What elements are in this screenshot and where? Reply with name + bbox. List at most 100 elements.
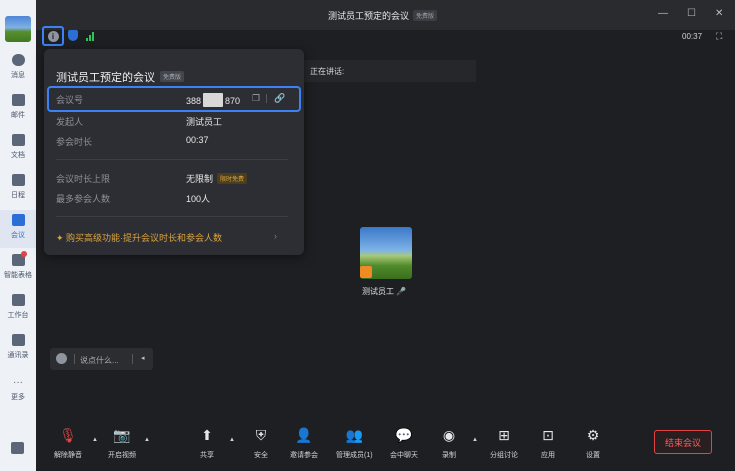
signal-strength-icon[interactable]	[86, 31, 94, 41]
share-button[interactable]: ⬆ 共享	[200, 426, 214, 460]
sidebar-item-docs[interactable]: 文档	[0, 130, 36, 168]
sidebar-item-label: 日程	[11, 192, 25, 199]
sidebar-item-mail[interactable]: 邮件	[0, 90, 36, 128]
breakout-icon: ⊞	[498, 426, 510, 443]
sidebar-item-label: 智能表格	[4, 272, 32, 279]
sidebar-item-smart-table[interactable]: 智能表格	[0, 250, 36, 288]
video-options-chevron-icon[interactable]: ▲	[144, 437, 150, 443]
max-attendees-value: 100人	[186, 194, 211, 204]
shield-icon[interactable]	[68, 30, 78, 41]
meeting-info-button[interactable]: i	[42, 26, 64, 46]
apps-label: 应用	[541, 452, 555, 459]
record-icon: ◉	[442, 426, 456, 443]
sidebar-item-meeting[interactable]: 会议	[0, 210, 36, 248]
window-title-text: 测试员工预定的会议	[328, 11, 410, 21]
close-button[interactable]: ✕	[715, 8, 723, 19]
sidebar-item-label: 文档	[11, 152, 25, 159]
divider	[56, 159, 288, 160]
sidebar-item-label: 更多	[11, 394, 25, 401]
audio-options-chevron-icon[interactable]: ▲	[92, 437, 98, 443]
separator	[74, 354, 75, 364]
bar-chart-icon[interactable]	[11, 442, 24, 454]
maximize-button[interactable]: ☐	[687, 8, 696, 19]
edition-badge: 免费版	[160, 71, 185, 82]
limit-value: 无限制 限时免费	[186, 172, 248, 185]
edition-badge: 免费版	[413, 10, 438, 21]
emoji-icon[interactable]	[56, 353, 67, 364]
meeting-info-panel: 测试员工预定的会议 免费版 会议号 388 870 ❐ 🔗 发起人 测试员工 参会时…	[44, 49, 304, 255]
chevron-right-icon: ›	[274, 231, 277, 241]
manage-members-label: 管理成员(1)	[336, 452, 373, 459]
record-button[interactable]: ◉ 录制	[442, 426, 456, 460]
end-meeting-button[interactable]: 结束会议	[654, 430, 712, 454]
meeting-timer: 00:37	[682, 32, 703, 41]
sidebar-item-label: 消息	[11, 72, 25, 79]
share-options-chevron-icon[interactable]: ▲	[229, 437, 235, 443]
meeting-window: 消息 邮件 文档 日程 会议 智能表格 工作台 通讯录 ··· 更多 测试员工预…	[0, 0, 735, 471]
participant-name-text: 测试员工	[362, 287, 394, 296]
add-user-icon: 👤	[295, 426, 313, 443]
start-video-button[interactable]: 📷 开启视频	[108, 426, 136, 460]
sidebar-item-calendar[interactable]: 日程	[0, 170, 36, 208]
limited-free-badge: 限时免费	[217, 173, 248, 184]
chat-placeholder: 说点什么...	[80, 356, 119, 365]
meeting-toolbar: 🎙 解除静音 ▲ 📷 开启视频 ▲ ⬆ 共享 ▲ ⛨ 安全 👤 邀请参会 👥 管…	[36, 420, 735, 471]
manage-members-button[interactable]: 👥 管理成员(1)	[336, 426, 373, 460]
mic-icon: 🎤	[394, 287, 407, 296]
left-sidebar: 消息 邮件 文档 日程 会议 智能表格 工作台 通讯录 ··· 更多	[0, 0, 36, 471]
record-options-chevron-icon[interactable]: ▲	[472, 437, 478, 443]
mail-icon	[11, 93, 25, 107]
sidebar-item-messages[interactable]: 消息	[0, 50, 36, 88]
settings-button[interactable]: ⚙ 设置	[586, 426, 600, 460]
panel-title: 测试员工预定的会议 免费版	[56, 69, 185, 85]
host-label: 发起人	[56, 117, 84, 127]
apps-button[interactable]: ⊡ 应用	[541, 426, 555, 460]
shield-check-icon: ⛨	[255, 426, 267, 443]
meeting-id-highlight	[47, 86, 301, 112]
user-avatar[interactable]	[5, 16, 31, 42]
sidebar-item-more[interactable]: ··· 更多	[0, 372, 36, 410]
gear-icon: ⚙	[586, 426, 600, 443]
sidebar-item-label: 通讯录	[7, 352, 29, 359]
sidebar-item-workbench[interactable]: 工作台	[0, 290, 36, 328]
minimize-button[interactable]: —	[658, 8, 668, 19]
speaking-label: 正在讲话:	[310, 67, 345, 76]
mic-muted-icon: 🎙	[59, 426, 77, 443]
table-icon	[11, 251, 27, 267]
security-button[interactable]: ⛨ 安全	[254, 426, 268, 460]
limit-label: 会议时长上限	[56, 174, 111, 184]
sidebar-item-label: 邮件	[11, 112, 25, 119]
camera-off-icon: 📷	[113, 426, 131, 443]
more-dots-icon: ···	[13, 376, 23, 388]
speaking-indicator: 正在讲话:	[302, 60, 476, 82]
sidebar-item-label: 工作台	[7, 312, 29, 319]
apps-icon: ⊡	[542, 426, 554, 443]
sidebar-item-label: 会议	[11, 232, 25, 239]
chat-label: 会中聊天	[390, 452, 418, 459]
fullscreen-icon[interactable]: ⛶	[716, 31, 722, 42]
sidebar-item-contacts[interactable]: 通讯录	[0, 330, 36, 368]
breakout-label: 分组讨论	[490, 452, 518, 459]
title-bar: 测试员工预定的会议 免费版 — ☐ ✕	[36, 0, 735, 30]
max-attendees-label: 最多参会人数	[56, 194, 111, 204]
limit-value-text: 无限制	[186, 174, 214, 184]
duration-label: 参会时长	[56, 137, 93, 147]
collapse-arrow-icon[interactable]: ◂	[141, 354, 145, 362]
meeting-info-bar: i 00:37 ⛶	[36, 26, 735, 48]
divider	[56, 216, 288, 217]
invite-button[interactable]: 👤 邀请参会	[290, 426, 318, 460]
meeting-icon	[11, 213, 25, 227]
upgrade-link[interactable]: ✦ 购买高级功能·提升会议时长和参会人数 ›	[56, 231, 277, 244]
grid-icon	[11, 293, 25, 307]
breakout-rooms-button[interactable]: ⊞ 分组讨论	[490, 426, 518, 460]
in-meeting-chat-button[interactable]: 💬 会中聊天	[390, 426, 418, 460]
separator	[132, 354, 133, 364]
duration-value: 00:37	[186, 135, 209, 145]
sparkle-icon: ✦	[56, 233, 67, 243]
record-label: 录制	[442, 452, 456, 459]
chat-input-box[interactable]: 说点什么... ◂	[50, 348, 153, 370]
unmute-label: 解除静音	[54, 452, 82, 459]
notification-dot-icon	[21, 251, 27, 257]
unmute-button[interactable]: 🎙 解除静音	[54, 426, 82, 460]
info-icon: i	[47, 30, 59, 42]
